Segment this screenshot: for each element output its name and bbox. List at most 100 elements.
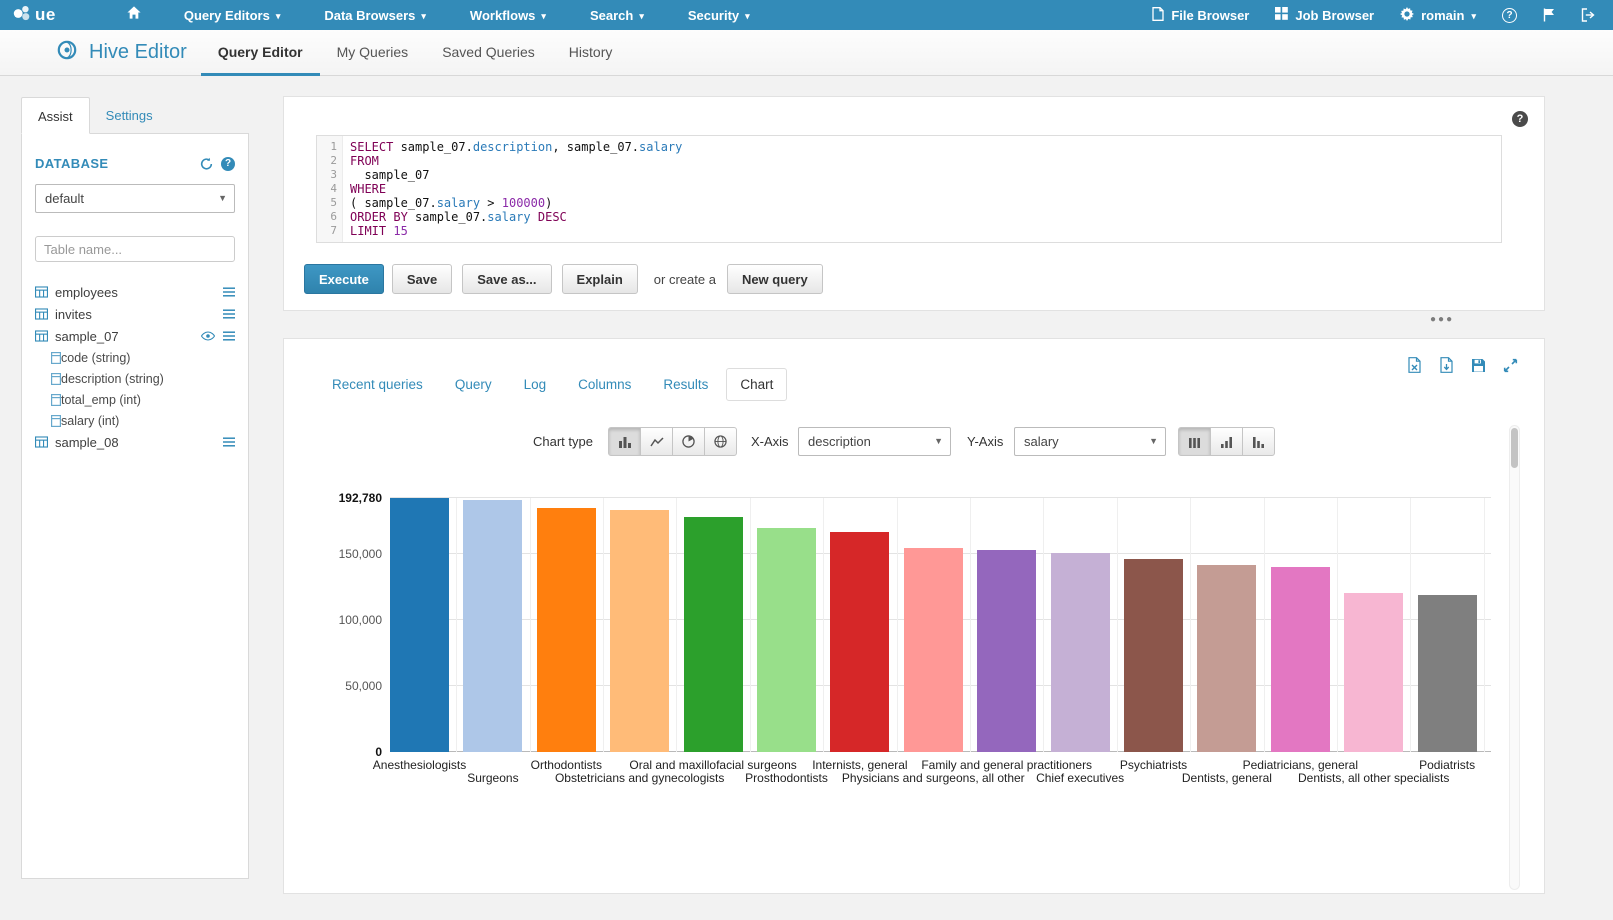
tab-results[interactable]: Results (649, 368, 722, 401)
chart-type-bars-button[interactable] (608, 427, 641, 456)
y-axis-select[interactable]: salary ▼ (1014, 427, 1166, 456)
chart-type-line-button[interactable] (640, 427, 673, 456)
chart-bar[interactable] (684, 517, 743, 752)
table-row[interactable]: invites (35, 303, 235, 325)
help-button[interactable]: ? (1502, 8, 1517, 23)
column-row[interactable]: salary (int) (35, 410, 235, 431)
tab-settings[interactable]: Settings (90, 97, 169, 134)
database-header: DATABASE ? (35, 156, 235, 171)
tab-query[interactable]: Query (441, 368, 506, 401)
chart-bar[interactable] (757, 528, 816, 752)
chart-bar[interactable] (1197, 565, 1256, 752)
editor-help-icon[interactable]: ? (1512, 111, 1528, 127)
file-browser-label: File Browser (1171, 8, 1249, 23)
x-axis-select[interactable]: description ▼ (798, 427, 951, 456)
code-line: SELECT sample_07.description, sample_07.… (350, 140, 682, 154)
refresh-icon[interactable] (199, 157, 214, 171)
sql-code-editor[interactable]: 1234567 SELECT sample_07.description, sa… (316, 135, 1502, 243)
hive-logo-icon (54, 38, 80, 68)
chevron-down-icon: ▾ (639, 12, 644, 21)
table-row[interactable]: sample_07 (35, 325, 235, 347)
table-columns-list-icon[interactable] (223, 309, 235, 319)
menu-search[interactable]: Search▾ (575, 0, 659, 30)
gridline-vertical (530, 498, 531, 752)
column-row[interactable]: code (string) (35, 347, 235, 368)
chart-bar[interactable] (830, 532, 889, 752)
tab-columns[interactable]: Columns (564, 368, 645, 401)
table-filter-input[interactable] (35, 236, 235, 262)
chart-bar[interactable] (977, 550, 1036, 752)
hue-logo[interactable]: ue (12, 4, 56, 27)
menu-data-browsers[interactable]: Data Browsers▾ (309, 0, 441, 30)
execute-button[interactable]: Execute (304, 264, 384, 294)
database-select[interactable]: default ▼ (35, 184, 235, 213)
home-button[interactable] (112, 0, 156, 30)
chart-bar[interactable] (1344, 593, 1403, 752)
menu-query-editors[interactable]: Query Editors▾ (169, 0, 296, 30)
tab-history[interactable]: History (552, 30, 630, 76)
gridline-vertical (1117, 498, 1118, 752)
tab-my-queries[interactable]: My Queries (320, 30, 426, 76)
save-as-button[interactable]: Save as... (462, 264, 551, 294)
code-line: sample_07 (350, 168, 682, 182)
x-axis-label: Anesthesiologists (373, 758, 466, 772)
eye-icon[interactable] (201, 331, 215, 341)
new-query-button[interactable]: New query (727, 264, 823, 294)
panel-resizer[interactable]: ●●● (1430, 314, 1454, 325)
chart-bar[interactable] (610, 510, 669, 752)
chart-bar[interactable] (537, 508, 596, 752)
tab-log[interactable]: Log (510, 368, 561, 401)
table-icon (35, 436, 48, 448)
chart-type-pie-button[interactable] (672, 427, 705, 456)
chart-bar[interactable] (1418, 595, 1477, 752)
chart-bar[interactable] (463, 500, 522, 752)
flag-icon[interactable] (1543, 8, 1555, 22)
sort-none-button[interactable] (1178, 427, 1211, 456)
x-axis-label: Surgeons (467, 771, 518, 785)
results-scrollbar (1509, 425, 1520, 890)
tab-saved-queries[interactable]: Saved Queries (425, 30, 552, 76)
file-browser-button[interactable]: File Browser (1152, 7, 1249, 24)
results-scrollbar-thumb[interactable] (1511, 428, 1518, 468)
sort-ascending-button[interactable] (1210, 427, 1243, 456)
sort-descending-button[interactable] (1242, 427, 1275, 456)
table-columns-list-icon[interactable] (223, 331, 235, 341)
tab-chart[interactable]: Chart (726, 368, 787, 401)
save-button[interactable]: Save (392, 264, 452, 294)
topnav-right: File Browser Job Browser romain ▾ ? (1152, 7, 1613, 24)
y-axis: 192,780150,000100,00050,0000 (284, 498, 382, 752)
column-row[interactable]: total_emp (int) (35, 389, 235, 410)
database-help-icon[interactable]: ? (221, 157, 235, 171)
table-columns-list-icon[interactable] (223, 437, 235, 447)
export-csv-icon[interactable] (1439, 357, 1454, 373)
chart-bar[interactable] (904, 548, 963, 752)
chart-type-map-button[interactable] (704, 427, 737, 456)
chart-bar[interactable] (1124, 559, 1183, 752)
brand-text: ue (35, 5, 56, 25)
x-axis-label: Family and general practitioners (921, 758, 1092, 772)
job-browser-button[interactable]: Job Browser (1275, 7, 1374, 23)
menu-security[interactable]: Security▾ (673, 0, 765, 30)
gridline-vertical (970, 498, 971, 752)
table-columns-list-icon[interactable] (223, 287, 235, 297)
explain-button[interactable]: Explain (562, 264, 638, 294)
tab-recent-queries[interactable]: Recent queries (318, 368, 437, 401)
user-menu[interactable]: romain ▾ (1400, 7, 1476, 24)
expand-icon[interactable] (1503, 358, 1518, 373)
gridline-vertical (750, 498, 751, 752)
results-tabs: Recent queriesQueryLogColumnsResultsChar… (318, 368, 787, 401)
export-xls-icon[interactable] (1407, 357, 1422, 373)
save-results-icon[interactable] (1471, 358, 1486, 373)
x-axis-label: Oral and maxillofacial surgeons (629, 758, 796, 772)
tab-assist[interactable]: Assist (21, 97, 90, 134)
tab-query-editor[interactable]: Query Editor (201, 30, 320, 76)
chart-bar[interactable] (1271, 567, 1330, 752)
column-row[interactable]: description (string) (35, 368, 235, 389)
menu-workflows[interactable]: Workflows▾ (455, 0, 561, 30)
table-row[interactable]: sample_08 (35, 431, 235, 453)
chart-bar[interactable] (1051, 553, 1110, 752)
table-row[interactable]: employees (35, 281, 235, 303)
sign-out-icon[interactable] (1581, 8, 1595, 22)
job-browser-label: Job Browser (1295, 8, 1374, 23)
chart-bar[interactable] (390, 498, 449, 752)
